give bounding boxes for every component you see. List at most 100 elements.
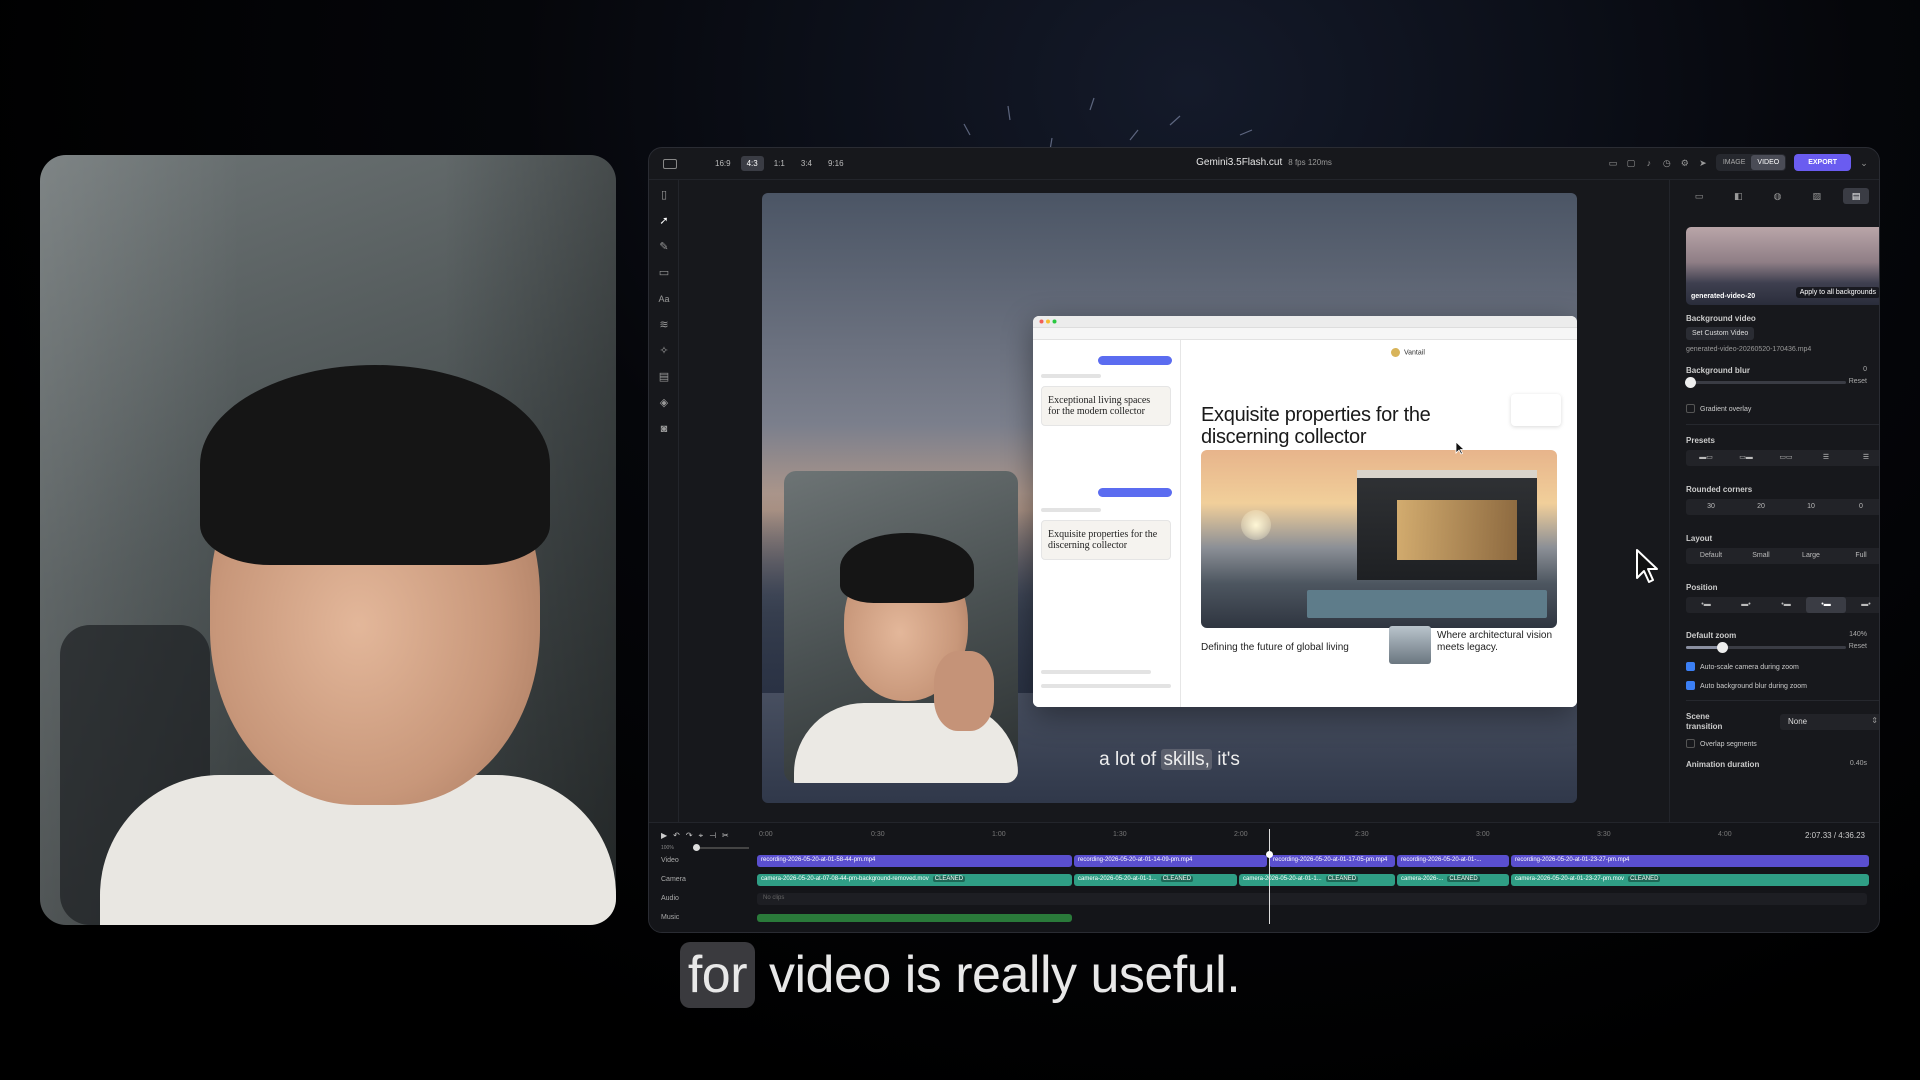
- export-button[interactable]: EXPORT: [1794, 154, 1851, 171]
- camera-clip[interactable]: camera-2026-... CLEANED: [1397, 874, 1509, 886]
- camera-icon[interactable]: ◙: [657, 422, 671, 436]
- corner-0[interactable]: 0: [1836, 499, 1879, 515]
- default-zoom-reset[interactable]: Reset: [1849, 643, 1867, 650]
- split-icon[interactable]: ⌖: [699, 831, 704, 841]
- position-center-icon[interactable]: •▬: [1766, 597, 1806, 613]
- captions-icon[interactable]: ▭: [1608, 158, 1618, 168]
- redo-icon[interactable]: ↷: [686, 831, 693, 841]
- music-icon[interactable]: ♪: [1644, 158, 1654, 168]
- position-row: •▬ ▬• •▬ •▬ ▬•: [1686, 597, 1879, 613]
- camera-clip[interactable]: camera-2026-05-20-at-01-23-27-pm.mov CLEA…: [1511, 874, 1869, 886]
- layout-large[interactable]: Large: [1786, 548, 1836, 564]
- preset-3-icon[interactable]: ▭▭: [1766, 450, 1806, 466]
- undo-icon[interactable]: ↶: [673, 831, 680, 841]
- background-blur-reset[interactable]: Reset: [1849, 378, 1867, 385]
- timer-icon[interactable]: ◷: [1662, 158, 1672, 168]
- preset-5-icon[interactable]: ☰: [1846, 450, 1879, 466]
- properties-panel: ▭ ◧ ◍ ▨ ▤ generated-video-20 Apply to al…: [1669, 180, 1879, 822]
- corner-20[interactable]: 20: [1736, 499, 1786, 515]
- scene-transition-select[interactable]: None ⇕: [1780, 714, 1879, 730]
- playhead[interactable]: [1266, 829, 1273, 924]
- document-icon[interactable]: ▤: [657, 370, 671, 384]
- magic-wand-icon[interactable]: ✧: [657, 344, 671, 358]
- ratio-9-16[interactable]: 9:16: [822, 156, 850, 171]
- ratio-4-3[interactable]: 4:3: [740, 156, 764, 171]
- corner-30[interactable]: 30: [1686, 499, 1736, 515]
- chat-bubble: [1098, 356, 1172, 365]
- video-clip[interactable]: recording-2026-05-20-at-01-...: [1397, 855, 1509, 867]
- background-blur-slider[interactable]: [1685, 377, 1846, 388]
- gradient-overlay-checkbox[interactable]: Gradient overlay: [1686, 404, 1751, 413]
- audio-wave-icon[interactable]: ≋: [657, 318, 671, 332]
- panel-tabs: ▭ ◧ ◍ ▨ ▤: [1686, 188, 1869, 206]
- trim-icon[interactable]: ⊣: [709, 831, 716, 841]
- position-center-right-icon[interactable]: •▬: [1806, 597, 1846, 613]
- position-center-left-icon[interactable]: ▬•: [1726, 597, 1766, 613]
- overlap-segments-checkbox[interactable]: Overlap segments: [1686, 739, 1757, 748]
- background-blur-value: 0: [1863, 366, 1867, 373]
- scissors-icon[interactable]: ✂: [722, 831, 729, 841]
- layout-full[interactable]: Full: [1836, 548, 1879, 564]
- tab-image-icon[interactable]: ▨: [1804, 188, 1830, 204]
- time-ruler[interactable]: 0:00 0:30 1:00 1:30 2:00 2:30 3:00 3:30 …: [759, 831, 1867, 843]
- auto-scale-checkbox[interactable]: Auto-scale camera during zoom: [1686, 662, 1799, 671]
- layout-row: Default Small Large Full: [1686, 548, 1879, 564]
- hero-image: [1201, 450, 1557, 628]
- text-tool-icon[interactable]: Aa: [657, 292, 671, 306]
- ratio-1-1[interactable]: 1:1: [768, 156, 791, 171]
- position-left-icon[interactable]: •▬: [1686, 597, 1726, 613]
- tab-layout-icon[interactable]: ◧: [1725, 188, 1751, 204]
- track-label-video: Video: [661, 857, 679, 864]
- ratio-16-9[interactable]: 16:9: [709, 156, 737, 171]
- tool-rail: ▯ ➚ ✎ ▭ Aa ≋ ✧ ▤ ◈ ◙: [649, 180, 679, 822]
- auto-blur-checkbox[interactable]: Auto background blur during zoom: [1686, 681, 1807, 690]
- audio-track-empty[interactable]: No clips: [757, 893, 1867, 905]
- camera-clip[interactable]: camera-2026-05-20-at-01-1... CLEANED: [1239, 874, 1395, 886]
- timeline-zoom-slider[interactable]: [693, 844, 749, 851]
- sidebar-toggle-icon[interactable]: ▯: [657, 188, 671, 202]
- layout-default[interactable]: Default: [1686, 548, 1736, 564]
- mode-video[interactable]: VIDEO: [1751, 155, 1786, 170]
- mouse-cursor-icon: [1636, 549, 1658, 583]
- tab-palette-icon[interactable]: ◍: [1765, 188, 1791, 204]
- camera-clip[interactable]: camera-2026-05-20-at-07-08-44-pm-backgro…: [757, 874, 1072, 886]
- position-right-icon[interactable]: ▬•: [1846, 597, 1879, 613]
- pointer-tool-icon[interactable]: ➚: [657, 214, 671, 228]
- mode-image[interactable]: IMAGE: [1717, 155, 1752, 170]
- comment-icon[interactable]: ▢: [1626, 158, 1636, 168]
- send-icon[interactable]: ➤: [1698, 158, 1708, 168]
- cleaned-badge: CLEANED: [932, 876, 966, 882]
- layers-icon[interactable]: ◈: [657, 396, 671, 410]
- camera-feed-large: [40, 155, 616, 925]
- camera-clip[interactable]: camera-2026-05-20-at-01-1... CLEANED: [1074, 874, 1237, 886]
- window-icon[interactable]: [663, 158, 677, 169]
- timeline: ▶ ↶ ↷ ⌖ ⊣ ✂ 100% 0:00 0:30 1:00 1:30 2:0…: [649, 822, 1879, 932]
- camera-pip[interactable]: [784, 471, 1018, 783]
- settings-icon[interactable]: ⚙: [1680, 158, 1690, 168]
- video-clip[interactable]: recording-2026-05-20-at-01-17-05-pm.mp4: [1269, 855, 1395, 867]
- preset-4-icon[interactable]: ☰: [1806, 450, 1846, 466]
- video-clip[interactable]: recording-2026-05-20-at-01-14-09-pm.mp4: [1074, 855, 1267, 867]
- corner-10[interactable]: 10: [1786, 499, 1836, 515]
- tab-background-icon[interactable]: ▤: [1843, 188, 1869, 204]
- video-clip[interactable]: recording-2026-05-20-at-01-58-44-pm.mp4: [757, 855, 1072, 867]
- website-preview: Vantail Exquisite properties for the dis…: [1181, 340, 1577, 707]
- preview-canvas[interactable]: Exceptional living spaces for the modern…: [762, 193, 1577, 803]
- tab-display-icon[interactable]: ▭: [1686, 188, 1712, 204]
- preset-1-icon[interactable]: ▬▭: [1686, 450, 1726, 466]
- ratio-3-4[interactable]: 3:4: [795, 156, 818, 171]
- rectangle-tool-icon[interactable]: ▭: [657, 266, 671, 280]
- layout-small[interactable]: Small: [1736, 548, 1786, 564]
- set-custom-video-button[interactable]: Set Custom Video: [1686, 327, 1755, 340]
- preset-2-icon[interactable]: ▭▬: [1726, 450, 1766, 466]
- chevron-down-icon[interactable]: ⌄: [1859, 158, 1869, 168]
- default-zoom-slider[interactable]: [1686, 642, 1846, 653]
- play-icon[interactable]: ▶: [661, 831, 667, 841]
- background-thumbnail[interactable]: generated-video-20 Apply to all backgrou…: [1686, 227, 1879, 305]
- pen-tool-icon[interactable]: ✎: [657, 240, 671, 254]
- video-clip[interactable]: recording-2026-05-20-at-01-23-27-pm.mp4: [1511, 855, 1869, 867]
- music-clip[interactable]: [757, 914, 1072, 922]
- chat-preview-card: Exceptional living spaces for the modern…: [1041, 386, 1171, 426]
- apply-all-backgrounds-button[interactable]: Apply to all backgrounds: [1795, 287, 1879, 298]
- presets-label: Presets: [1686, 436, 1715, 445]
